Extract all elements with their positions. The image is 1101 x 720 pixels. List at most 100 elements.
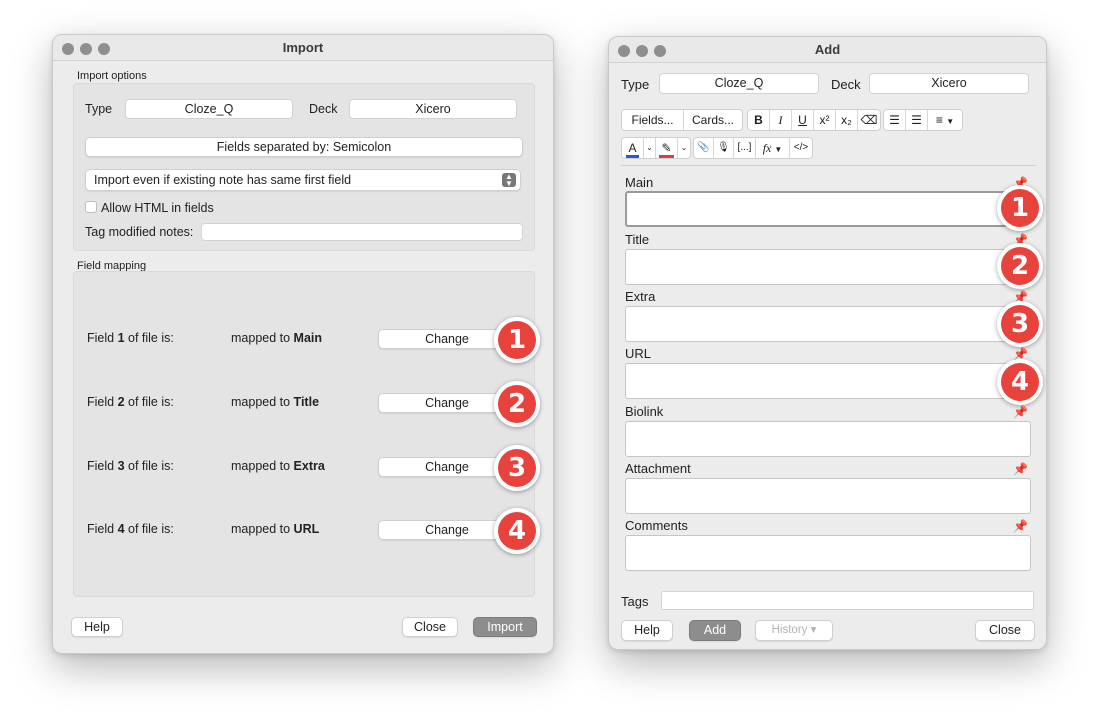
minimize-traffic-light[interactable]: [80, 43, 92, 55]
callout-badge: 4: [494, 508, 540, 554]
callout-badge: 1: [997, 185, 1043, 231]
mapping-row: Field 3 of file is: mapped to Extra Chan…: [53, 445, 553, 491]
color-group: A ⌄ ✎ ⌄: [621, 137, 691, 159]
import-type-label: Type: [85, 102, 113, 116]
import-deck-label: Deck: [309, 102, 338, 116]
add-close-button[interactable]: Close: [975, 620, 1035, 641]
insert-group: 📎 🎙 [...] fx ▼ </>: [693, 137, 813, 159]
import-deck-field[interactable]: Xicero: [349, 99, 517, 119]
superscript-button[interactable]: x²: [814, 110, 836, 130]
mapping-target-label: mapped to URL: [231, 522, 320, 536]
mapping-target-label: mapped to Main: [231, 331, 323, 345]
pin-icon[interactable]: 📌: [1013, 463, 1028, 475]
import-close-button[interactable]: Close: [402, 617, 458, 637]
field-editor-url[interactable]: [625, 363, 1031, 399]
attachment-icon[interactable]: 📎: [694, 138, 714, 158]
zoom-traffic-light[interactable]: [98, 43, 110, 55]
import-help-button[interactable]: Help: [71, 617, 123, 637]
fields-cards-group: Fields... Cards...: [621, 109, 743, 131]
field-label-url: URL: [625, 346, 652, 361]
import-titlebar: Import: [53, 35, 553, 61]
allow-html-checkbox[interactable]: [85, 201, 97, 213]
field-editor-comments[interactable]: [625, 535, 1031, 571]
field-editor-main[interactable]: [625, 191, 1031, 227]
add-titlebar: Add: [609, 37, 1046, 63]
mapping-file-field-label: Field 2 of file is:: [87, 395, 174, 409]
callout-badge: 3: [494, 445, 540, 491]
callout-badge: 4: [997, 359, 1043, 405]
callout-badge: 1: [494, 317, 540, 363]
underline-button[interactable]: U: [792, 110, 814, 130]
select-stepper-icon: ▲ ▼: [502, 173, 516, 188]
import-window: Import Import options Type Cloze_Q Deck …: [52, 34, 554, 654]
add-deck-label: Deck: [831, 77, 861, 92]
import-button[interactable]: Import: [473, 617, 537, 637]
allow-html-label: Allow HTML in fields: [101, 201, 214, 215]
mathjax-dropdown-icon[interactable]: fx ▼: [756, 138, 790, 158]
cards-button[interactable]: Cards...: [684, 110, 742, 130]
subscript-button[interactable]: x₂: [836, 110, 858, 130]
field-editor-attachment[interactable]: [625, 478, 1031, 514]
history-button[interactable]: History ▾: [755, 620, 833, 641]
close-traffic-light[interactable]: [62, 43, 74, 55]
field-mapping-group: [73, 271, 535, 597]
mapping-file-field-label: Field 1 of file is:: [87, 331, 174, 345]
text-color-dropdown-icon[interactable]: ⌄: [644, 138, 656, 158]
mapping-file-field-label: Field 4 of file is:: [87, 522, 174, 536]
duplicate-handling-value: Import even if existing note has same fi…: [94, 173, 352, 187]
tag-modified-label: Tag modified notes:: [85, 225, 194, 239]
align-dropdown-icon[interactable]: ≡ ▼: [928, 110, 962, 130]
add-window: Add Type Cloze_Q Deck Xicero Fields... C…: [608, 36, 1047, 650]
add-type-field[interactable]: Cloze_Q: [659, 73, 819, 94]
tags-label: Tags: [621, 594, 649, 609]
field-separator-button[interactable]: Fields separated by: Semicolon: [85, 137, 523, 157]
text-color-icon[interactable]: A: [622, 138, 644, 158]
italic-button[interactable]: I: [770, 110, 792, 130]
cloze-button[interactable]: [...]: [734, 138, 756, 158]
mapping-file-field-label: Field 3 of file is:: [87, 459, 174, 473]
microphone-icon[interactable]: 🎙: [714, 138, 734, 158]
html-editor-icon[interactable]: </>: [790, 138, 812, 158]
field-label-comments: Comments: [625, 518, 688, 533]
duplicate-handling-select[interactable]: Import even if existing note has same fi…: [85, 169, 521, 191]
highlight-dropdown-icon[interactable]: ⌄: [678, 138, 690, 158]
field-label-biolink: Biolink: [625, 404, 664, 419]
field-editor-extra[interactable]: [625, 306, 1031, 342]
fields-button[interactable]: Fields...: [622, 110, 684, 130]
tag-modified-input[interactable]: [201, 223, 523, 241]
field-editor-biolink[interactable]: [625, 421, 1031, 457]
mapping-target-label: mapped to Extra: [231, 459, 325, 473]
mapping-row: Field 1 of file is: mapped to Main Chang…: [53, 317, 553, 363]
minimize-traffic-light[interactable]: [636, 45, 648, 57]
pin-icon[interactable]: 📌: [1013, 406, 1028, 418]
add-button[interactable]: Add: [689, 620, 741, 641]
callout-badge: 2: [494, 381, 540, 427]
field-label-attachment: Attachment: [625, 461, 691, 476]
field-label-main: Main: [625, 175, 654, 190]
add-type-label: Type: [621, 77, 650, 92]
add-window-title: Add: [814, 42, 841, 57]
bold-button[interactable]: B: [748, 110, 770, 130]
mapping-target-label: mapped to Title: [231, 395, 320, 409]
highlight-color-icon[interactable]: ✎: [656, 138, 678, 158]
pin-icon[interactable]: 📌: [1013, 520, 1028, 532]
add-help-button[interactable]: Help: [621, 620, 673, 641]
zoom-traffic-light[interactable]: [654, 45, 666, 57]
import-type-field[interactable]: Cloze_Q: [125, 99, 293, 119]
format-group: B I U x² x₂ ⌫: [747, 109, 881, 131]
close-traffic-light[interactable]: [618, 45, 630, 57]
field-label-extra: Extra: [625, 289, 656, 304]
tags-input[interactable]: [661, 591, 1034, 610]
add-deck-field[interactable]: Xicero: [869, 73, 1029, 94]
toolbar-divider: [621, 165, 1036, 166]
callout-badge: 3: [997, 301, 1043, 347]
import-options-label: Import options: [77, 70, 147, 82]
eraser-icon[interactable]: ⌫: [858, 110, 880, 130]
field-editor-title[interactable]: [625, 249, 1031, 285]
numbered-list-icon[interactable]: ☰: [906, 110, 928, 130]
callout-badge: 2: [997, 243, 1043, 289]
bullet-list-icon[interactable]: ☰: [884, 110, 906, 130]
list-group: ☰ ☰ ≡ ▼: [883, 109, 963, 131]
mapping-row: Field 2 of file is: mapped to Title Chan…: [53, 381, 553, 427]
field-label-title: Title: [625, 232, 650, 247]
